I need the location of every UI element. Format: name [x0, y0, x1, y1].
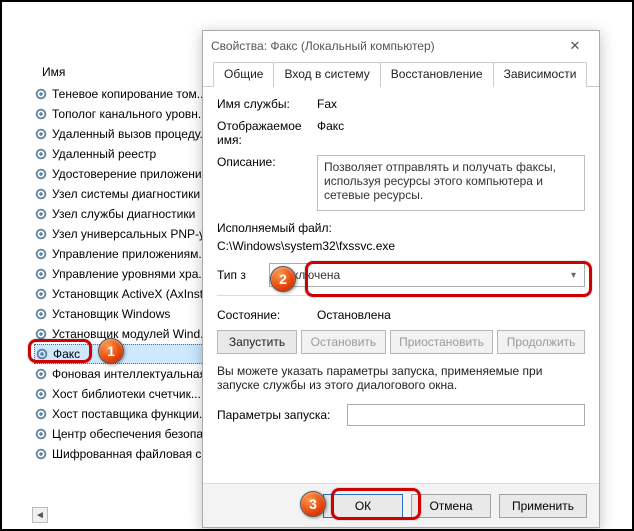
gear-icon [34, 107, 48, 121]
service-item[interactable]: Установщик ActiveX (AxInst... [34, 284, 212, 304]
label-display-name: Отображаемое имя: [217, 119, 317, 147]
gear-icon [34, 367, 48, 381]
dialog-titlebar[interactable]: Свойства: Факс (Локальный компьютер) ✕ [203, 31, 599, 61]
gear-icon [34, 227, 48, 241]
apply-button[interactable]: Применить [499, 494, 587, 518]
service-properties-dialog: Свойства: Факс (Локальный компьютер) ✕ О… [202, 30, 600, 528]
dialog-footer: ОК Отмена Применить [203, 483, 599, 527]
gear-icon [34, 307, 48, 321]
service-item[interactable]: Хост поставщика функции... [34, 404, 212, 424]
gear-icon [34, 207, 48, 221]
value-state: Остановлена [317, 308, 391, 322]
dialog-body: Имя службы: Fax Отображаемое имя: Факс О… [203, 87, 599, 426]
cancel-button[interactable]: Отмена [411, 494, 491, 518]
service-item[interactable]: Узел универсальных PNP-у... [34, 224, 212, 244]
startup-help-text: Вы можете указать параметры запуска, при… [217, 364, 585, 392]
service-item-label: Управление уровнями хра... [52, 267, 208, 281]
service-item-label: Удостоверение приложени... [52, 167, 212, 181]
service-item-label: Узел универсальных PNP-у... [52, 227, 212, 241]
close-icon[interactable]: ✕ [559, 35, 591, 57]
service-item[interactable]: Узел службы диагностики [34, 204, 212, 224]
service-item-label: Факс [53, 347, 80, 361]
pause-button: Приостановить [390, 330, 493, 354]
scroll-left-button[interactable]: ◄ [32, 507, 48, 523]
services-list-panel: Имя Теневое копирование том... Тополог ка… [2, 2, 212, 529]
label-state: Состояние: [217, 308, 317, 322]
startup-type-combo[interactable]: Отключена ▾ [269, 263, 585, 287]
tab-2[interactable]: Восстановление [380, 62, 494, 87]
tab-0[interactable]: Общие [213, 62, 274, 87]
gear-icon [34, 447, 48, 461]
gear-icon [34, 247, 48, 261]
service-item[interactable]: Фоновая интеллектуальная ... [34, 364, 212, 384]
service-item[interactable]: Установщик модулей Wind... [34, 324, 212, 344]
gear-icon [34, 267, 48, 281]
service-item-label: Удаленный вызов процеду... [52, 127, 210, 141]
gear-icon [34, 387, 48, 401]
start-params-input[interactable] [347, 404, 585, 426]
gear-icon [34, 167, 48, 181]
gear-icon [34, 407, 48, 421]
start-button[interactable]: Запустить [217, 330, 297, 354]
service-item[interactable]: Управление приложениям... [34, 244, 212, 264]
service-item-label: Управление приложениям... [52, 247, 208, 261]
gear-icon [34, 127, 48, 141]
label-start-params: Параметры запуска: [217, 408, 347, 422]
tab-3[interactable]: Зависимости [493, 62, 588, 87]
service-item-label: Центр обеспечения безопа... [52, 427, 212, 441]
service-item[interactable]: Тополог канального уровн... [34, 104, 212, 124]
service-item-label: Установщик Windows [52, 307, 170, 321]
value-service-name: Fax [317, 97, 585, 111]
startup-type-value: Отключена [278, 268, 340, 282]
service-item-label: Узел системы диагностики [52, 187, 200, 201]
label-service-name: Имя службы: [217, 97, 317, 111]
service-item[interactable]: Удостоверение приложени... [34, 164, 212, 184]
label-description: Описание: [217, 155, 317, 211]
label-exe: Исполняемый файл: [217, 221, 585, 235]
gear-icon [34, 327, 48, 341]
service-item-label: Шифрованная файловая с... [52, 447, 211, 461]
service-item-label: Узел службы диагностики [52, 207, 195, 221]
service-item[interactable]: Удаленный реестр [34, 144, 212, 164]
service-item[interactable]: Узел системы диагностики [34, 184, 212, 204]
ok-button[interactable]: ОК [323, 494, 403, 518]
gear-icon [34, 287, 48, 301]
service-item[interactable]: Управление уровнями хра... [34, 264, 212, 284]
resume-button: Продолжить [497, 330, 585, 354]
gear-icon [35, 347, 49, 361]
service-item-label: Фоновая интеллектуальная ... [52, 367, 212, 381]
service-item-label: Установщик ActiveX (AxInst... [52, 287, 212, 301]
service-item[interactable]: Шифрованная файловая с... [34, 444, 212, 464]
stop-button: Остановить [301, 330, 386, 354]
service-item[interactable]: Центр обеспечения безопа... [34, 424, 212, 444]
service-item[interactable]: Факс [34, 344, 212, 364]
service-item[interactable]: Хост библиотеки счетчик... [34, 384, 212, 404]
gear-icon [34, 427, 48, 441]
dialog-tabs: ОбщиеВход в системуВосстановлениеЗависим… [203, 61, 599, 87]
gear-icon [34, 187, 48, 201]
tab-1[interactable]: Вход в систему [273, 62, 380, 87]
service-item-label: Теневое копирование том... [52, 87, 207, 101]
chevron-down-icon: ▾ [571, 270, 576, 281]
value-display-name: Факс [317, 119, 585, 147]
label-startup-type: Тип з [217, 268, 269, 282]
service-item[interactable]: Установщик Windows [34, 304, 212, 324]
gear-icon [34, 147, 48, 161]
dialog-title: Свойства: Факс (Локальный компьютер) [211, 39, 435, 53]
services-list[interactable]: Теневое копирование том... Тополог каналь… [34, 84, 212, 464]
value-exe-path: C:\Windows\system32\fxssvc.exe [217, 239, 585, 253]
service-item-label: Хост библиотеки счетчик... [52, 387, 201, 401]
gear-icon [34, 87, 48, 101]
service-item-label: Хост поставщика функции... [52, 407, 209, 421]
service-item-label: Тополог канального уровн... [52, 107, 208, 121]
value-description[interactable]: Позволяет отправлять и получать факсы, и… [317, 155, 585, 211]
services-name-header: Имя [42, 65, 65, 79]
service-item-label: Установщик модулей Wind... [52, 327, 210, 341]
service-item[interactable]: Удаленный вызов процеду... [34, 124, 212, 144]
service-item-label: Удаленный реестр [52, 147, 156, 161]
service-item[interactable]: Теневое копирование том... [34, 84, 212, 104]
